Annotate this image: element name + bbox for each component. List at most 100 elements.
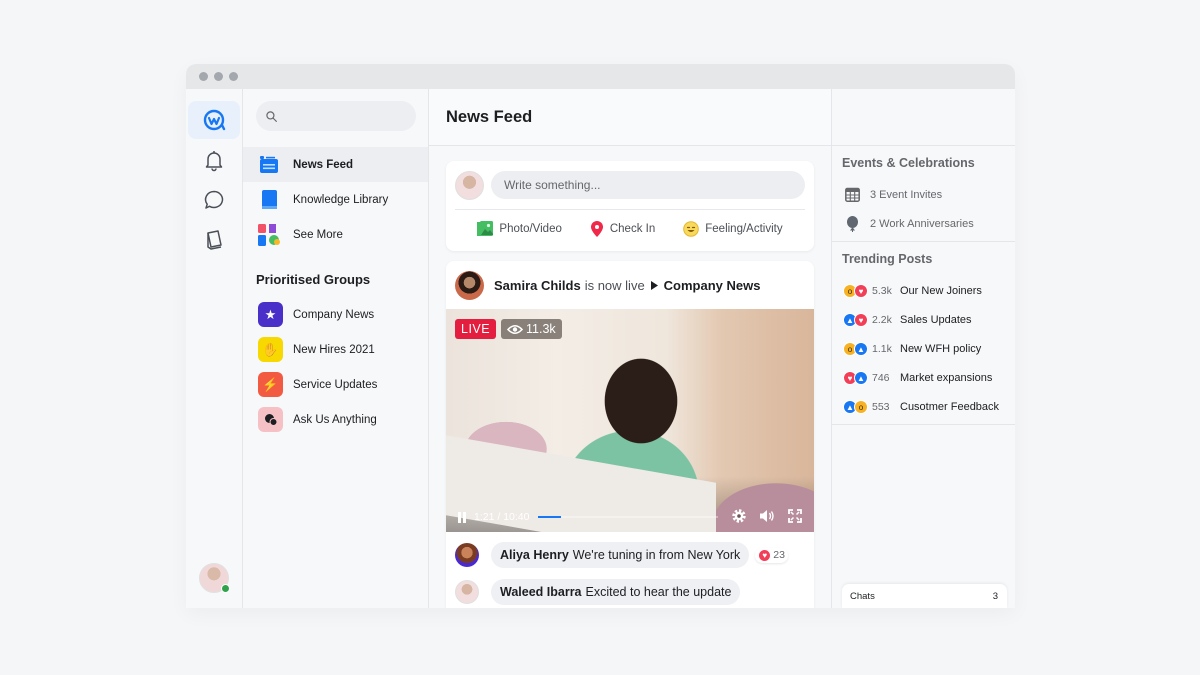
chats-label: Chats: [850, 590, 875, 602]
speech-bubbles-icon: [258, 407, 283, 432]
book-icon: [258, 189, 280, 211]
eye-icon: [507, 324, 523, 334]
nav-item-label: See More: [293, 228, 343, 241]
composer-avatar: [455, 171, 484, 200]
volume-icon[interactable]: [758, 507, 776, 525]
comment-bubble: Waleed Ibarra Excited to hear the update: [491, 579, 741, 605]
check-in-label: Check In: [609, 223, 656, 235]
trending-post-title: New WFH policy: [900, 343, 982, 355]
write-something-input[interactable]: [491, 171, 805, 199]
trending-reaction-count: 2.2k: [872, 314, 892, 326]
search-input[interactable]: [284, 109, 404, 123]
comment-author[interactable]: Waleed Ibarra: [500, 585, 582, 599]
chats-bar[interactable]: Chats 3: [842, 584, 1007, 608]
group-item-new-hires-2021[interactable]: ✋ New Hires 2021: [243, 332, 428, 367]
work-anniversaries-label: 2 Work Anniversaries: [870, 218, 974, 230]
post-target-group-link[interactable]: Company News: [664, 278, 761, 293]
reaction-icons: ▲ o: [843, 400, 868, 414]
news-feed-icon: [258, 154, 280, 176]
trending-post-item[interactable]: ♥ ▲ 746 Market expansions: [843, 371, 992, 385]
user-avatar[interactable]: [199, 563, 230, 593]
live-video-player[interactable]: LIVE 11.3k 1:21 / 10:40: [446, 309, 814, 532]
settings-gear-icon[interactable]: [730, 507, 748, 525]
apps-grid-icon: [258, 223, 280, 246]
trending-reaction-count: 553: [872, 401, 890, 413]
work-anniversaries-link[interactable]: 2 Work Anniversaries: [843, 216, 974, 232]
comment-text: Excited to hear the update: [585, 585, 732, 599]
chat-bubble-icon: [204, 190, 224, 209]
trending-reaction-count: 1.1k: [872, 343, 892, 355]
app-window: News Feed Knowledge Library See More Pri…: [186, 64, 1015, 608]
window-minimize-dot[interactable]: [214, 72, 223, 81]
nav-item-see-more[interactable]: See More: [243, 217, 428, 252]
group-label: New Hires 2021: [293, 343, 375, 356]
comment-author[interactable]: Aliya Henry: [500, 548, 569, 562]
divider: [832, 145, 1015, 146]
trending-post-item[interactable]: ▲ ♥ 2.2k Sales Updates: [843, 313, 972, 327]
search-box[interactable]: [256, 101, 416, 131]
smiley-icon: [683, 221, 700, 237]
trending-post-item[interactable]: o ▲ 1.1k New WFH policy: [843, 342, 981, 356]
commenter-avatar[interactable]: [455, 580, 479, 604]
reaction-count: 23: [773, 549, 785, 561]
rail-notifications-button[interactable]: [188, 141, 240, 179]
window-close-dot[interactable]: [199, 72, 208, 81]
calendar-icon: [843, 187, 861, 202]
groups-heading: Prioritised Groups: [256, 272, 371, 287]
trending-post-item[interactable]: ▲ o 553 Cusotmer Feedback: [843, 400, 999, 414]
group-item-company-news[interactable]: ★ Company News: [243, 297, 428, 332]
window-maximize-dot[interactable]: [229, 72, 238, 81]
online-status-dot: [221, 584, 230, 593]
trending-reaction-count: 5.3k: [872, 285, 892, 297]
divider: [832, 241, 1015, 242]
rail-home-button[interactable]: [188, 101, 240, 139]
title-bar: [186, 64, 1015, 89]
caret-right-icon: [650, 280, 658, 290]
reaction-icons: o ♥: [843, 284, 868, 298]
photo-icon: [477, 221, 494, 236]
pause-icon[interactable]: [458, 511, 466, 523]
fullscreen-icon[interactable]: [786, 507, 804, 525]
group-label: Service Updates: [293, 378, 378, 391]
trending-post-title: Cusotmer Feedback: [900, 401, 1000, 413]
photo-video-button[interactable]: Photo/Video: [471, 216, 567, 242]
icon-rail: [186, 89, 243, 608]
video-progress-bar[interactable]: [538, 516, 718, 518]
live-post-card: Samira Childs is now live Company News L…: [446, 261, 814, 608]
author-avatar[interactable]: [455, 270, 484, 300]
live-badge: LIVE: [455, 319, 497, 339]
rail-library-button[interactable]: [188, 221, 240, 259]
group-label: Ask Us Anything: [293, 413, 377, 426]
video-progress-fill: [538, 516, 561, 518]
post-author-link[interactable]: Samira Childs: [494, 278, 581, 293]
divider: [832, 424, 1015, 425]
trending-post-item[interactable]: o ♥ 5.3k Our New Joiners: [843, 284, 982, 298]
feeling-activity-button[interactable]: Feeling/Activity: [677, 216, 788, 242]
trending-post-title: Market expansions: [900, 372, 993, 384]
feeling-activity-label: Feeling/Activity: [705, 223, 783, 235]
comment: Aliya Henry We're tuning in from New Yor…: [455, 542, 788, 568]
heart-reaction-icon: ♥: [854, 284, 868, 298]
reaction-icons: ♥ ▲: [843, 371, 868, 385]
group-item-service-updates[interactable]: ⚡ Service Updates: [243, 367, 428, 402]
check-in-button[interactable]: Check In: [584, 216, 661, 242]
trending-heading: Trending Posts: [842, 252, 933, 266]
group-item-ask-us-anything[interactable]: Ask Us Anything: [243, 402, 428, 437]
reaction-icons: o ▲: [843, 342, 868, 356]
viewer-count-badge: 11.3k: [501, 319, 562, 339]
hand-wave-icon: ✋: [258, 337, 283, 362]
like-reaction-icon: ▲: [854, 371, 868, 385]
event-invites-link[interactable]: 3 Event Invites: [843, 187, 942, 202]
location-pin-icon: [590, 221, 603, 237]
trending-reaction-count: 746: [872, 372, 890, 384]
viewer-count: 11.3k: [526, 322, 556, 336]
nav-item-knowledge-library[interactable]: Knowledge Library: [243, 182, 428, 217]
comment-reaction[interactable]: ♥ 23: [755, 547, 788, 563]
commenter-avatar[interactable]: [455, 543, 479, 567]
book-icon: [207, 230, 222, 250]
rail-chat-button[interactable]: [188, 181, 240, 219]
star-icon: ★: [258, 302, 283, 327]
nav-item-news-feed[interactable]: News Feed: [243, 147, 428, 182]
reaction-icons: ▲ ♥: [843, 313, 868, 327]
bell-icon: [205, 151, 223, 172]
